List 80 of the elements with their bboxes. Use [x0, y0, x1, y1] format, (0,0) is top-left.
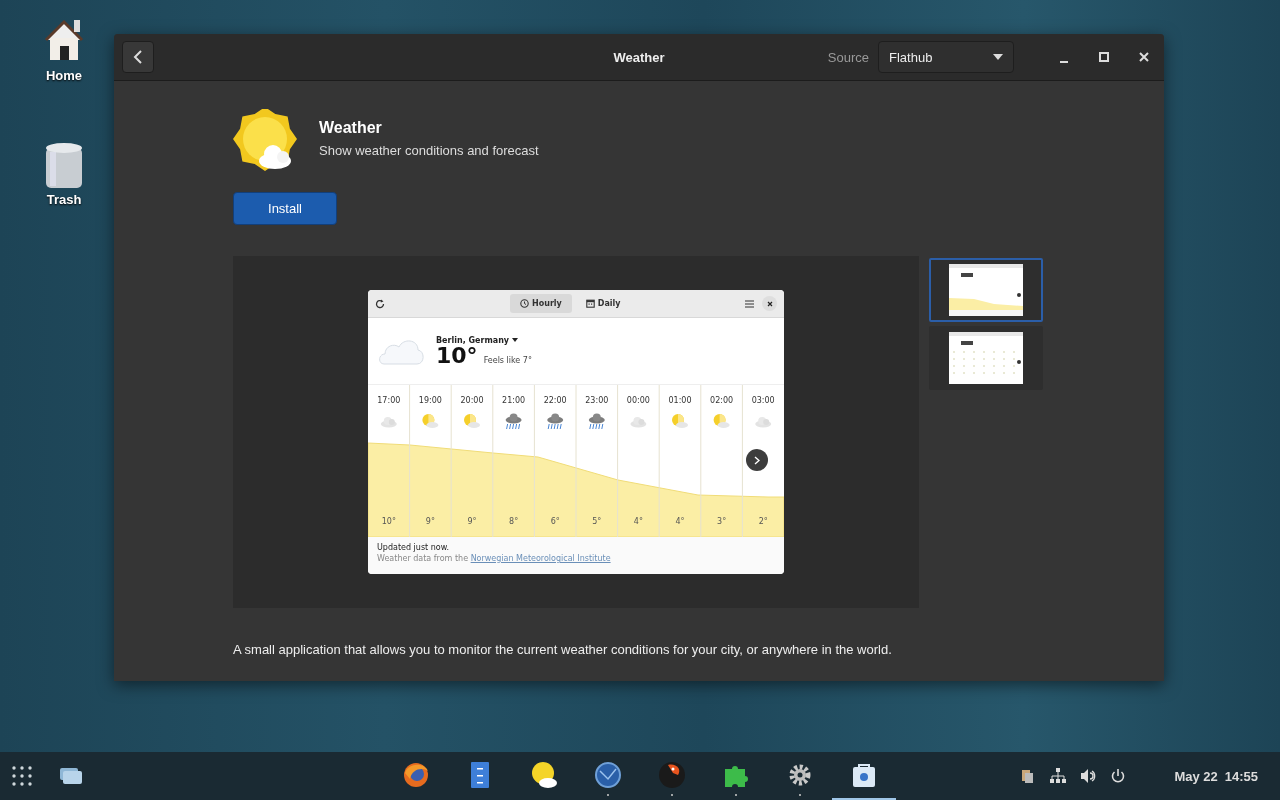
temperature-label: 3° — [717, 517, 727, 526]
shopping-bag-icon — [850, 761, 878, 789]
cloud-icon — [630, 417, 647, 428]
view-tab[interactable]: Hourly — [510, 294, 572, 313]
sun-cloud-icon — [530, 761, 558, 789]
date-text[interactable]: May 22 — [1174, 768, 1218, 784]
sun-cloud-icon — [464, 414, 480, 428]
hour-label: 22:00 — [543, 396, 567, 405]
rain-cloud-icon — [588, 413, 605, 430]
source-dropdown[interactable]: Flathub — [878, 41, 1014, 73]
current-temperature: 10° — [436, 344, 478, 367]
cloud-icon — [755, 417, 772, 428]
hour-label: 21:00 — [502, 396, 526, 405]
menu-icon — [745, 299, 754, 308]
hour-label: 23:00 — [585, 396, 609, 405]
temperature-label: 4° — [675, 517, 685, 526]
thumbnail-button[interactable] — [929, 258, 1043, 322]
temperature-label: 6° — [550, 517, 560, 526]
sun-cloud-icon — [233, 109, 297, 173]
temperature-label: 8° — [509, 517, 519, 526]
menu-button[interactable] — [745, 299, 754, 308]
grid-icon — [12, 766, 32, 786]
hour-label: 17:00 — [377, 396, 401, 405]
calendar-icon — [585, 299, 595, 308]
bird-icon — [658, 761, 686, 789]
maximize-icon — [1099, 52, 1109, 62]
hour-label: 00:00 — [626, 396, 650, 405]
thumbnail-button[interactable] — [929, 326, 1043, 390]
rain-cloud-icon — [547, 413, 564, 430]
refresh-button[interactable] — [375, 298, 385, 309]
sun-cloud-icon — [422, 414, 439, 428]
refresh-icon — [375, 298, 385, 309]
hour-label: 02:00 — [710, 396, 734, 405]
volume-icon[interactable] — [1080, 768, 1097, 784]
next-button[interactable] — [746, 449, 768, 471]
minimize-icon — [1060, 61, 1068, 63]
desktop-icon-label[interactable]: Trash — [46, 192, 82, 207]
install-button[interactable]: Install — [233, 192, 337, 225]
temperature-label: 4° — [633, 517, 643, 526]
app-summary: Show weather conditions and forecast — [319, 143, 539, 158]
caret-icon — [993, 54, 1003, 60]
windows-button[interactable] — [60, 768, 82, 784]
hour-label: 20:00 — [460, 396, 484, 405]
chevron-left-icon — [133, 50, 143, 64]
temperature-label: 9° — [425, 517, 435, 526]
app-grid-button[interactable] — [12, 766, 32, 786]
app-name: Weather — [319, 119, 383, 137]
power-icon[interactable] — [1110, 768, 1127, 784]
view-tab[interactable]: Daily — [575, 294, 631, 313]
temperature-label: 10° — [381, 517, 396, 526]
close-icon — [1139, 52, 1149, 62]
sun-cloud-icon — [672, 414, 688, 428]
temperature-label: 9° — [467, 517, 477, 526]
chevron-right-icon — [754, 455, 760, 465]
globe-icon — [594, 761, 622, 789]
update-status: Updated just now. — [377, 543, 451, 552]
close-button[interactable] — [762, 296, 777, 311]
windows-icon — [60, 768, 82, 784]
hour-label: 03:00 — [751, 396, 775, 405]
rain-cloud-icon — [505, 413, 522, 430]
caret-icon — [512, 338, 519, 342]
network-icon[interactable] — [1050, 768, 1067, 784]
attribution-text: Weather data from the Norwegian Meteorological Institute — [377, 554, 612, 563]
window-title: Weather — [613, 49, 665, 65]
source-label: Source — [827, 49, 869, 65]
fox-globe-icon — [402, 761, 430, 789]
clock-icon — [520, 299, 529, 308]
hour-label: 19:00 — [418, 396, 442, 405]
temperature-label: 2° — [758, 517, 768, 526]
desktop-icon-label[interactable]: Home — [45, 68, 83, 83]
location-selector[interactable]: Berlin, Germany — [436, 335, 532, 345]
close-icon — [766, 300, 773, 307]
time-text[interactable]: 14:55 — [1224, 768, 1258, 784]
cloud-icon — [380, 417, 397, 428]
hour-label: 01:00 — [668, 396, 692, 405]
feels-like-text: Feels like 7° — [483, 355, 532, 365]
back-button[interactable] — [122, 41, 154, 73]
temperature-label: 5° — [592, 517, 602, 526]
app-description: A small application that allows you to monitor the current weather conditions for your city, or anywhere in the world. — [233, 642, 893, 657]
sun-cloud-icon — [713, 414, 730, 428]
